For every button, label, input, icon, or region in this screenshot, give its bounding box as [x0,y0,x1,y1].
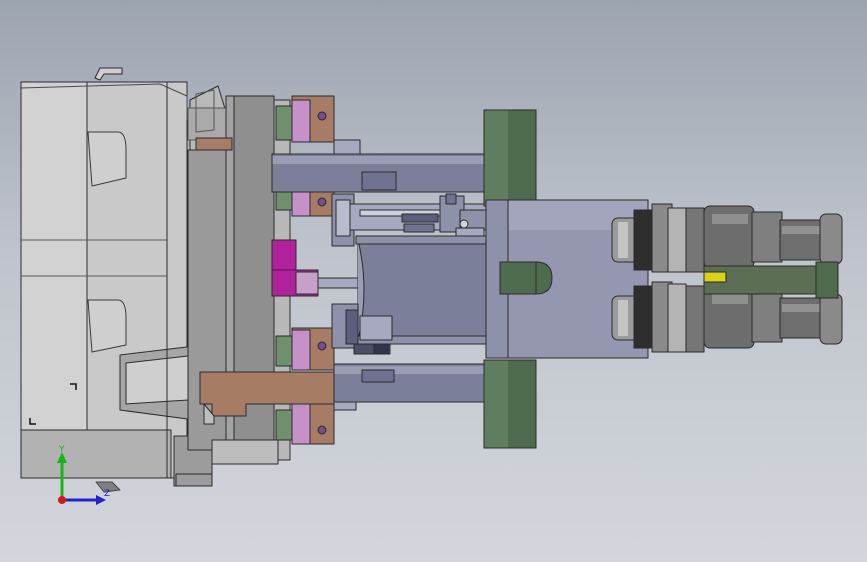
y-axis-label: Y [58,445,65,455]
pneumatic-cylinder[interactable] [331,235,487,355]
graphics-viewport[interactable]: Y Z [0,0,867,562]
fitting-spacer[interactable] [703,261,839,299]
z-axis-label: Z [104,489,110,499]
assembly-model[interactable]: Y Z [0,0,867,562]
upper-fitting[interactable] [611,203,843,273]
upper-guide-rod[interactable] [271,139,487,193]
triad-origin [58,496,66,504]
magenta-insert[interactable] [271,239,359,297]
lower-guide-rod[interactable] [333,363,487,411]
